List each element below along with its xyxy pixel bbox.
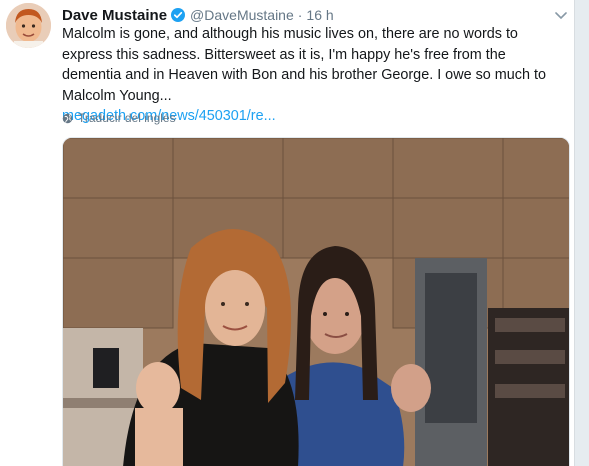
- tweet-photo[interactable]: [62, 137, 570, 466]
- scroll-gutter: [574, 0, 589, 466]
- verified-badge-icon: [171, 8, 186, 22]
- tweet-timestamp[interactable]: 16 h: [306, 7, 333, 23]
- header-separator: ·: [297, 7, 303, 23]
- translate-label: Traducir del inglés: [78, 111, 176, 125]
- tweet-header: Dave Mustaine @DaveMustaine · 16 h: [62, 5, 572, 25]
- author-handle[interactable]: @DaveMustaine: [190, 7, 294, 23]
- chevron-down-icon[interactable]: [555, 8, 567, 20]
- tweet-text: Malcolm is gone, and although his music …: [62, 26, 546, 104]
- translate-button[interactable]: Traducir del inglés: [62, 110, 176, 126]
- author-name[interactable]: Dave Mustaine: [62, 7, 167, 24]
- avatar[interactable]: [6, 3, 51, 48]
- globe-icon: [62, 113, 73, 123]
